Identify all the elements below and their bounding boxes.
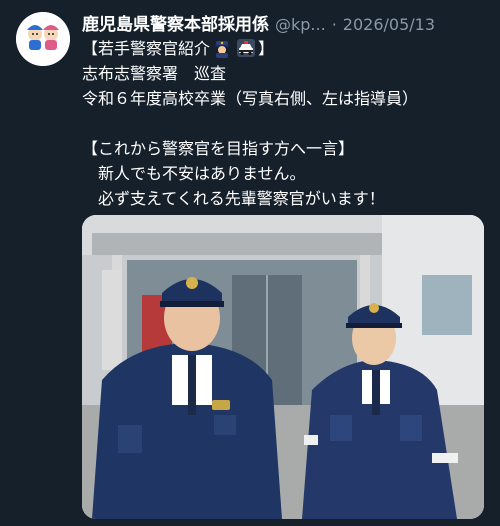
post-line-7: 必ず支えてくれる先輩警察官がいます！ <box>82 189 385 208</box>
post-line-2: 志布志警察署 巡査 <box>82 64 227 83</box>
header-separator: · <box>331 15 337 34</box>
police-officers-photo <box>82 215 484 519</box>
police-car-emoji-icon <box>236 38 256 58</box>
post-line-3: 令和６年度高校卒業（写真右側、左は指導員） <box>82 89 419 108</box>
post-line-1-text: 【若手警察官紹介 <box>82 39 211 58</box>
display-name[interactable]: 鹿児島県警察本部採用係 <box>82 10 269 34</box>
post-text: 【若手警察官紹介 】 志布志警察署 巡査 令和６年度高校卒業（写真右側、左は指導… <box>82 36 492 211</box>
post-line-1: 【若手警察官紹介 】 <box>82 36 492 61</box>
post-date[interactable]: 2026/05/13 <box>343 15 435 34</box>
avatar-mascot-icon <box>16 12 70 66</box>
police-officer-emoji-icon <box>212 38 232 58</box>
post-photo[interactable] <box>82 215 484 519</box>
post-header: 鹿児島県警察本部採用係 @kp... · 2026/05/13 <box>82 10 492 34</box>
post: 鹿児島県警察本部採用係 @kp... · 2026/05/13 【若手警察官紹介 <box>0 0 500 526</box>
user-handle[interactable]: @kp... <box>275 15 326 34</box>
post-line-1-suffix: 】 <box>258 39 275 58</box>
avatar[interactable] <box>16 12 70 66</box>
post-line-6: 新人でも不安はありません。 <box>82 164 306 183</box>
post-line-5: 【これから警察官を目指す方へ一言】 <box>82 139 355 158</box>
